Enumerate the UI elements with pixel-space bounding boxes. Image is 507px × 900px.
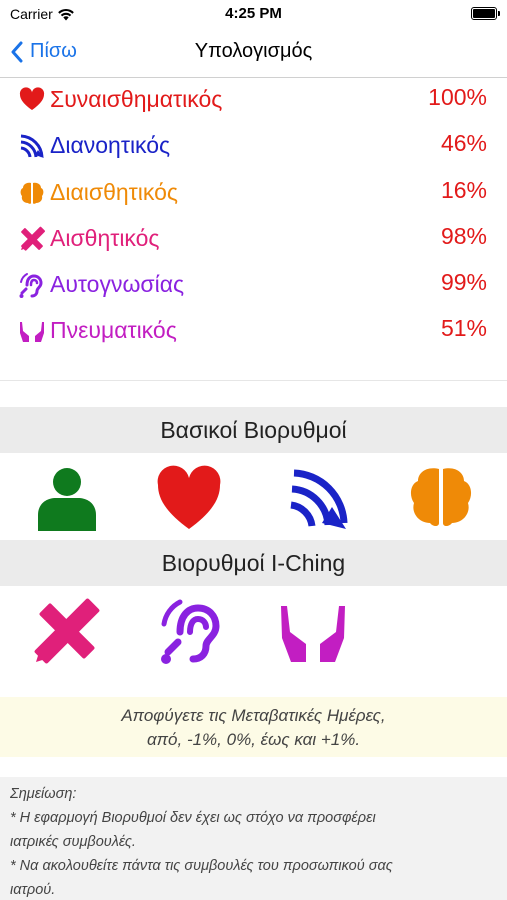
row-label: Αισθητικός — [50, 224, 160, 251]
section-header-basic: Βασικοί Βιορυθμοί — [0, 407, 507, 453]
brain-icon — [20, 182, 44, 204]
note-line-1: * Η εφαρμογή Βιορυθμοί δεν έχει ως στόχο… — [10, 810, 376, 826]
list-item-intuitive[interactable]: Διαισθητικός 16% — [0, 171, 507, 217]
row-label: Διανοητικός — [50, 132, 171, 159]
row-label: Συναισθηματικός — [50, 86, 223, 112]
basic-biorhythms-icons — [0, 453, 507, 543]
list-item-awareness[interactable]: Αυτογνωσίας 99% — [0, 263, 507, 309]
heart-icon[interactable] — [154, 463, 224, 533]
note-line-4: ιατρού. — [10, 882, 56, 898]
row-value: 98% — [440, 222, 487, 249]
notice-line-1: Αποφύγετε τις Μεταβατικές Ημέρες, — [121, 706, 386, 725]
row-value: 46% — [440, 130, 487, 157]
note-title: Σημείωση: — [10, 786, 77, 802]
page-title: Υπολογισμός — [194, 40, 313, 62]
satellite-dish-icon[interactable] — [284, 463, 354, 533]
person-icon[interactable] — [32, 463, 102, 533]
section-header-iching: Βιορυθμοί I-Ching — [0, 540, 507, 586]
battery-icon — [471, 7, 500, 20]
row-label: Αυτογνωσίας — [50, 271, 185, 298]
row-label: Διαισθητικός — [50, 178, 178, 205]
row-label: Πνευματικός — [50, 317, 177, 344]
hands-icon[interactable] — [278, 596, 348, 666]
biorhythm-list: Συναισθηματικός 100% Διανοητικός 46% Δια… — [0, 78, 507, 356]
satellite-dish-icon — [20, 134, 44, 159]
ear-listen-icon[interactable] — [158, 596, 228, 666]
pencil-ruler-icon[interactable] — [32, 596, 102, 666]
list-item-emotional[interactable]: Συναισθηματικός 100% — [0, 78, 507, 124]
status-time: 4:25 PM — [225, 5, 282, 22]
brain-icon[interactable] — [406, 463, 476, 533]
heart-icon — [19, 87, 45, 110]
iching-biorhythms-icons — [0, 586, 507, 676]
notice-line-2: από, -1%, 0%, έως και +1%. — [146, 730, 361, 749]
ear-listen-icon — [19, 273, 43, 299]
list-divider — [0, 380, 507, 381]
row-value: 100% — [428, 84, 487, 110]
note-line-3: * Να ακολουθείτε πάντα τις συμβουλές του… — [10, 858, 393, 874]
list-item-spiritual[interactable]: Πνευματικός 51% — [0, 309, 507, 355]
row-value: 51% — [440, 315, 487, 342]
disclaimer-note: Σημείωση: * Η εφαρμογή Βιορυθμοί δεν έχε… — [0, 777, 507, 900]
list-item-intellectual[interactable]: Διανοητικός 46% — [0, 124, 507, 170]
transition-days-notice: Αποφύγετε τις Μεταβατικές Ημέρες, από, -… — [0, 697, 507, 757]
row-value: 16% — [440, 176, 487, 203]
status-bar: Carrier 4:25 PM — [0, 0, 507, 28]
pencil-ruler-icon — [21, 226, 46, 251]
hands-icon — [20, 322, 44, 343]
list-item-aesthetic[interactable]: Αισθητικός 98% — [0, 217, 507, 263]
row-value: 99% — [440, 269, 487, 296]
note-line-2: ιατρικές συμβουλές. — [10, 834, 136, 850]
navigation-bar: Πίσω Υπολογισμός — [0, 28, 507, 78]
